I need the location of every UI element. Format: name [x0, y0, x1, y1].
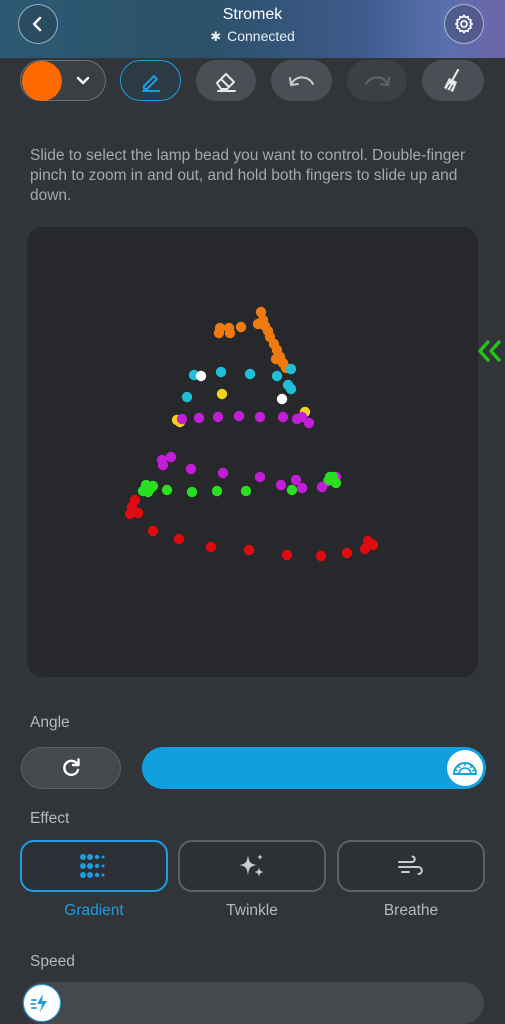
- lamp-bead-white[interactable]: [276, 393, 288, 405]
- selected-color-swatch: [22, 60, 62, 101]
- speed-lightning-icon: [30, 994, 47, 1012]
- angle-slider-thumb[interactable]: [447, 750, 483, 786]
- lamp-bead-red[interactable]: [205, 541, 217, 553]
- clear-button[interactable]: [422, 60, 484, 101]
- effect-breathe-label: Breathe: [383, 902, 439, 919]
- lamp-bead-red[interactable]: [147, 525, 159, 537]
- settings-button[interactable]: [444, 4, 484, 44]
- angle-label: Angle: [30, 714, 70, 731]
- lamp-bead-green[interactable]: [286, 484, 298, 496]
- angle-slider[interactable]: [142, 747, 486, 789]
- gear-icon: [454, 14, 474, 34]
- protractor-icon: [453, 762, 477, 775]
- wind-icon: [398, 855, 423, 875]
- eraser-icon: [216, 72, 236, 92]
- lamp-bead-yellow[interactable]: [216, 388, 228, 400]
- lamp-bead-magenta[interactable]: [217, 467, 229, 479]
- undo-button[interactable]: [271, 60, 332, 101]
- connection-status: ✱ Connected: [0, 28, 505, 45]
- instructions-text: Slide to select the lamp bead you want t…: [30, 147, 466, 204]
- broom-icon: [444, 68, 460, 92]
- lamp-bead-red[interactable]: [341, 547, 353, 559]
- redo-button[interactable]: [347, 60, 407, 101]
- lamp-bead-green[interactable]: [142, 486, 154, 498]
- sparkle-icon: [239, 854, 264, 877]
- lamp-bead-red[interactable]: [315, 550, 327, 562]
- lamp-bead-magenta[interactable]: [233, 410, 245, 422]
- header-bar: Stromek ✱ Connected: [0, 0, 505, 58]
- lamp-bead-red[interactable]: [132, 507, 144, 519]
- lamp-bead-green[interactable]: [211, 485, 223, 497]
- lamp-bead-green[interactable]: [186, 486, 198, 498]
- lamp-bead-canvas[interactable]: [27, 227, 478, 677]
- lamp-bead-cyan[interactable]: [244, 368, 256, 380]
- chevron-down-icon: [76, 76, 90, 84]
- refresh-icon: [63, 758, 80, 777]
- effect-twinkle-label: Twinkle: [226, 902, 278, 919]
- lamp-bead-green[interactable]: [240, 485, 252, 497]
- color-picker-button[interactable]: [20, 60, 106, 101]
- lamp-bead-orange[interactable]: [224, 327, 236, 339]
- effect-label: Effect: [30, 810, 70, 827]
- angle-reset-button[interactable]: [21, 747, 121, 789]
- lamp-bead-magenta[interactable]: [254, 471, 266, 483]
- lamp-bead-magenta[interactable]: [277, 411, 289, 423]
- effect-gradient-button[interactable]: [20, 840, 168, 892]
- bead-layout[interactable]: [27, 227, 478, 677]
- pen-tool-button[interactable]: [120, 60, 181, 101]
- lamp-bead-cyan[interactable]: [215, 366, 227, 378]
- lamp-bead-green[interactable]: [324, 471, 336, 483]
- lamp-bead-magenta[interactable]: [212, 411, 224, 423]
- speed-label: Speed: [30, 953, 75, 970]
- lamp-bead-magenta[interactable]: [185, 463, 197, 475]
- effect-gradient-label: Gradient: [64, 902, 124, 919]
- undo-icon: [288, 75, 314, 86]
- dots-grid-icon: [80, 854, 105, 878]
- lamp-bead-magenta[interactable]: [176, 413, 188, 425]
- connection-status-text: Connected: [227, 28, 295, 44]
- effect-breathe-button[interactable]: [337, 840, 485, 892]
- lamp-bead-magenta[interactable]: [290, 474, 302, 486]
- redo-icon: [365, 75, 390, 86]
- lamp-bead-red[interactable]: [173, 533, 185, 545]
- lamp-bead-white[interactable]: [195, 370, 207, 382]
- lamp-bead-red[interactable]: [243, 544, 255, 556]
- lamp-bead-cyan[interactable]: [271, 370, 283, 382]
- lamp-bead-cyan[interactable]: [181, 391, 193, 403]
- lamp-bead-orange[interactable]: [270, 353, 282, 365]
- lamp-bead-magenta[interactable]: [157, 459, 169, 471]
- lamp-bead-red[interactable]: [367, 539, 379, 551]
- lamp-bead-cyan[interactable]: [285, 383, 297, 395]
- lamp-bead-green[interactable]: [161, 484, 173, 496]
- device-title: Stromek: [222, 6, 283, 23]
- speed-slider[interactable]: [22, 982, 484, 1024]
- lamp-bead-magenta[interactable]: [254, 411, 266, 423]
- lamp-bead-orange[interactable]: [235, 321, 247, 333]
- pencil-icon: [141, 74, 160, 92]
- lamp-bead-magenta[interactable]: [275, 479, 287, 491]
- bluetooth-icon: ✱: [210, 29, 222, 44]
- lamp-bead-magenta[interactable]: [303, 417, 315, 429]
- lamp-bead-red[interactable]: [281, 549, 293, 561]
- eraser-tool-button[interactable]: [196, 60, 256, 101]
- lamp-bead-orange[interactable]: [213, 327, 225, 339]
- speed-slider-thumb[interactable]: [23, 984, 61, 1022]
- lamp-bead-magenta[interactable]: [193, 412, 205, 424]
- lamp-bead-cyan[interactable]: [285, 363, 297, 375]
- double-chevron-left-icon[interactable]: [475, 338, 503, 364]
- lamp-bead-magenta[interactable]: [165, 451, 177, 463]
- effect-twinkle-button[interactable]: [178, 840, 326, 892]
- lamp-bead-magenta[interactable]: [291, 413, 303, 425]
